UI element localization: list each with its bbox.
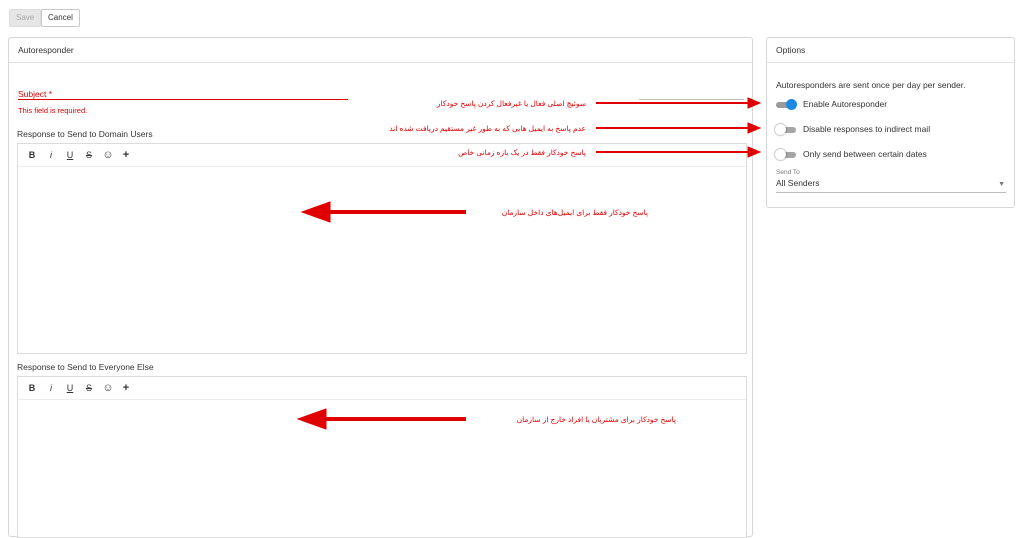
- subject-error: This field is required.: [18, 106, 88, 115]
- strikethrough-button[interactable]: S: [82, 148, 96, 162]
- send-to-value: All Senders: [776, 178, 820, 188]
- autoresponder-panel: Autoresponder Subject * This field is re…: [8, 37, 753, 538]
- options-title: Options: [767, 38, 1014, 63]
- insert-plus-icon[interactable]: +: [119, 381, 133, 395]
- annotation-indirect: عدم پاسخ به ایمیل هایی که به طور غیر مست…: [389, 124, 586, 133]
- italic-button[interactable]: i: [44, 148, 58, 162]
- annotation-domain: پاسخ خودکار فقط برای ایمیل‌های داخل سازم…: [501, 208, 648, 217]
- domain-response-editor[interactable]: B i U S ☺ +: [17, 143, 747, 354]
- date-range-toggle[interactable]: [775, 149, 796, 160]
- date-range-label: Only send between certain dates: [803, 149, 927, 159]
- everyone-response-editor[interactable]: B i U S ☺ +: [17, 376, 747, 538]
- annotation-enable: سوئیچ اصلی فعال یا غیرفعال کردن پاسخ خود…: [436, 99, 586, 108]
- enable-autoresponder-label: Enable Autoresponder: [803, 99, 888, 109]
- strikethrough-button[interactable]: S: [82, 381, 96, 395]
- cancel-button[interactable]: Cancel: [41, 9, 80, 27]
- options-panel: Options Autoresponders are sent once per…: [766, 37, 1015, 208]
- send-to-select[interactable]: All Senders ▼: [776, 178, 1006, 193]
- autoresponder-title: Autoresponder: [9, 38, 752, 63]
- subject-input[interactable]: [18, 99, 348, 100]
- disable-indirect-toggle[interactable]: [775, 124, 796, 135]
- italic-button[interactable]: i: [44, 381, 58, 395]
- underline-button[interactable]: U: [63, 148, 77, 162]
- enable-autoresponder-toggle[interactable]: [776, 99, 797, 110]
- options-info: Autoresponders are sent once per day per…: [776, 80, 966, 90]
- bold-button[interactable]: B: [25, 148, 39, 162]
- emoji-icon[interactable]: ☺: [101, 148, 115, 162]
- disable-indirect-label: Disable responses to indirect mail: [803, 124, 931, 134]
- annotation-everyone: پاسخ خودکار برای مشتریان یا افراد خارج ا…: [516, 415, 676, 424]
- subject-input-end: [639, 99, 744, 100]
- underline-button[interactable]: U: [63, 381, 77, 395]
- everyone-editor-toolbar: B i U S ☺ +: [18, 377, 746, 400]
- insert-plus-icon[interactable]: +: [119, 148, 133, 162]
- chevron-down-icon: ▼: [998, 181, 1005, 188]
- everyone-response-label: Response to Send to Everyone Else: [17, 362, 154, 372]
- save-button[interactable]: Save: [9, 9, 42, 27]
- emoji-icon[interactable]: ☺: [101, 381, 115, 395]
- bold-button[interactable]: B: [25, 381, 39, 395]
- domain-editor-toolbar: B i U S ☺ +: [18, 144, 746, 167]
- subject-label: Subject *: [18, 89, 53, 99]
- annotation-dates: پاسخ خودکار فقط در یک بازه زمانی خاص: [458, 148, 586, 157]
- domain-response-label: Response to Send to Domain Users: [17, 129, 153, 139]
- send-to-label: Send To: [776, 169, 800, 176]
